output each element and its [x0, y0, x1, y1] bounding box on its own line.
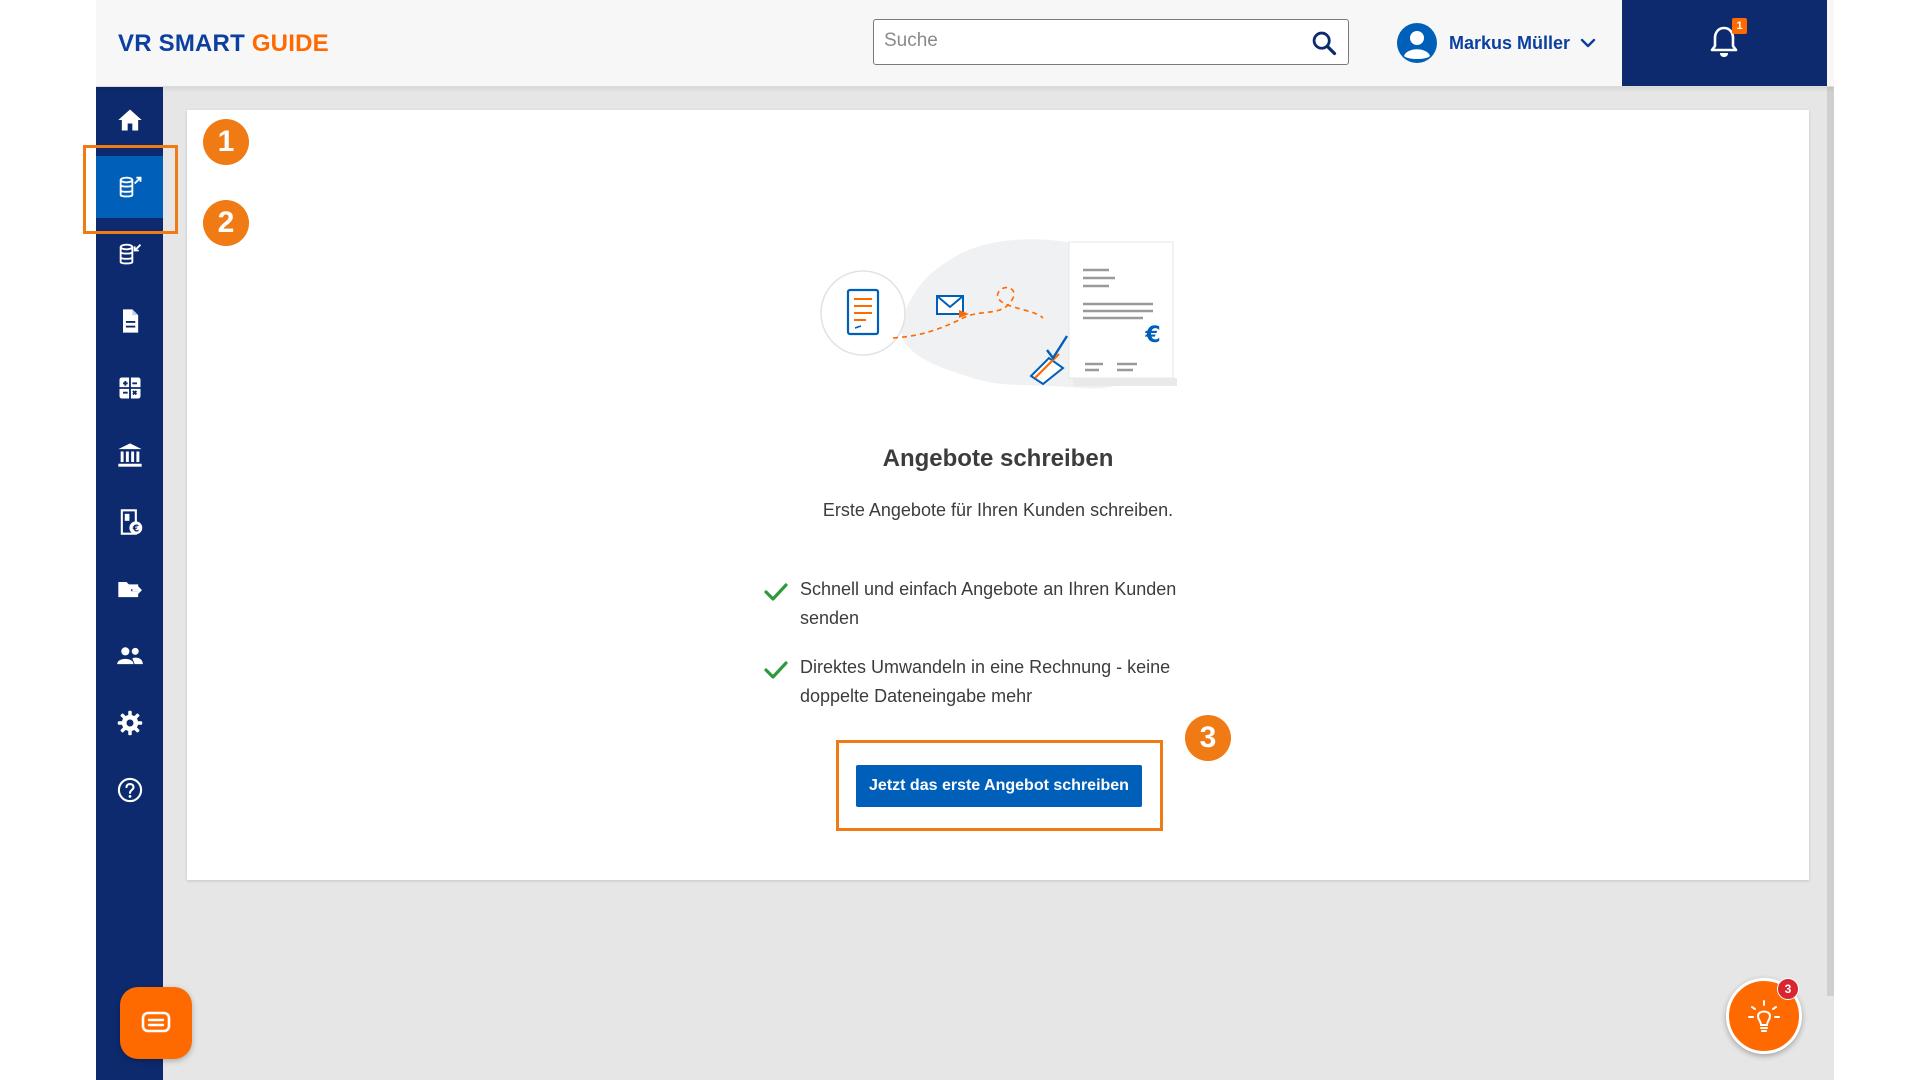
sidebar-item-incoming[interactable]: [96, 223, 163, 285]
home-icon: [117, 109, 142, 131]
write-first-offer-button[interactable]: Jetzt das erste Angebot schreiben: [856, 765, 1142, 807]
sidebar-item-contacts[interactable]: [96, 625, 163, 687]
chat-button[interactable]: [120, 987, 192, 1059]
list-item: Direktes Umwandeln in eine Rechnung - ke…: [764, 653, 1214, 711]
search-box: [873, 19, 1349, 65]
sidebar-item-calculator[interactable]: [96, 357, 163, 419]
notifications-panel[interactable]: 1: [1622, 0, 1827, 86]
sidebar-item-bank[interactable]: [96, 424, 163, 486]
app-logo[interactable]: VR SMART GUIDE: [118, 30, 329, 58]
user-avatar-icon: [1397, 23, 1437, 63]
sidebar: €: [96, 86, 163, 1080]
checkmark-icon: [764, 583, 788, 601]
logo-guide: GUIDE: [251, 30, 329, 57]
page-subtitle: Erste Angebote für Ihren Kunden schreibe…: [822, 500, 1174, 520]
sidebar-item-documents[interactable]: [96, 290, 163, 352]
offer-illustration: €: [820, 239, 1177, 389]
benefits-list: Schnell und einfach Angebote an Ihren Ku…: [764, 575, 1214, 731]
document-icon: [122, 309, 138, 333]
page-title: Angebote schreiben: [882, 445, 1114, 472]
search-icon[interactable]: [1310, 29, 1338, 57]
folder-export-icon: [117, 582, 142, 598]
annotation-marker-1: 1: [203, 119, 249, 165]
people-icon: [116, 647, 143, 665]
receipt-euro-icon: €: [120, 509, 142, 535]
bank-icon: [117, 443, 142, 467]
tips-badge: 3: [1777, 978, 1799, 1000]
list-item: Schnell und einfach Angebote an Ihren Ku…: [764, 575, 1214, 633]
lightbulb-icon: [1748, 1000, 1780, 1032]
svg-text:€: €: [131, 523, 139, 534]
search-input[interactable]: [874, 20, 1294, 62]
calculator-icon: [119, 377, 140, 399]
sidebar-item-home[interactable]: [96, 89, 163, 151]
user-menu[interactable]: Markus Müller: [1397, 22, 1596, 64]
chevron-down-icon: [1580, 38, 1596, 48]
top-header: VR SMART GUIDE Markus Müller: [96, 0, 1834, 87]
app-window: VR SMART GUIDE Markus Müller: [96, 0, 1834, 1080]
svg-text:€: €: [1144, 323, 1160, 348]
checkmark-icon: [764, 661, 788, 679]
gear-icon: [117, 710, 142, 736]
benefit-text: Schnell und einfach Angebote an Ihren Ku…: [800, 579, 1177, 628]
sidebar-item-offers-outgoing[interactable]: [96, 156, 163, 218]
annotation-marker-2: 2: [203, 200, 249, 246]
benefit-text: Direktes Umwandeln in eine Rechnung - ke…: [800, 657, 1171, 706]
sidebar-item-receipts[interactable]: €: [96, 491, 163, 553]
chat-icon: [141, 1011, 171, 1033]
empty-state-card: € Angebote schreiben Erste Angebote für …: [187, 110, 1809, 880]
logo-vr-smart: VR SMART: [118, 30, 245, 57]
notification-badge: 1: [1732, 18, 1747, 34]
sidebar-item-help[interactable]: [96, 759, 163, 821]
annotation-marker-3: 3: [1185, 715, 1231, 761]
user-name: Markus Müller: [1449, 32, 1571, 53]
coins-outgoing-icon: [119, 176, 141, 198]
help-icon: [117, 777, 142, 803]
sidebar-item-export[interactable]: [96, 558, 163, 620]
coins-incoming-icon: [119, 243, 141, 265]
sidebar-item-settings[interactable]: [96, 692, 163, 754]
page-scrollbar[interactable]: [1827, 86, 1834, 996]
